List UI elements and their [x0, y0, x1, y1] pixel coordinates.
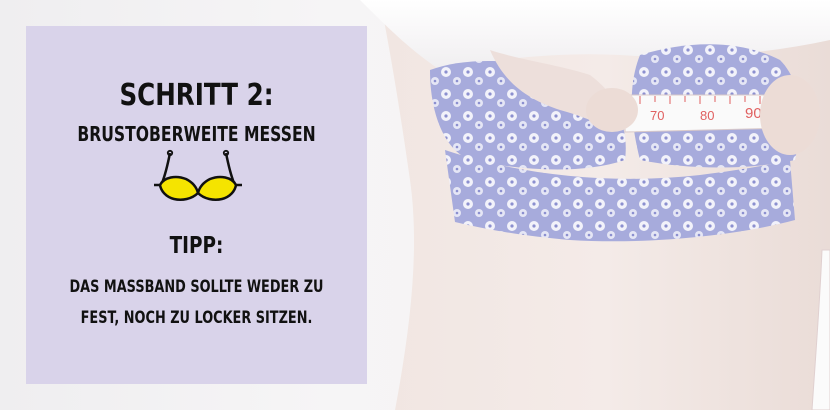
tape-mark-80: 80 — [700, 108, 714, 123]
tip-label: TIPP: — [169, 233, 224, 259]
step-subtitle: BRUSTOBERWEITE MESSEN — [77, 122, 316, 146]
step-title: SCHRITT 2: — [119, 78, 274, 113]
hand-left — [586, 88, 638, 132]
bra-icon — [154, 149, 242, 201]
tip-text: DAS MASSBAND SOLLTE WEDER ZU FEST, NOCH … — [69, 277, 324, 327]
info-panel: SCHRITT 2: BRUSTOBERWEITE MESSEN TIPP: D… — [26, 26, 367, 384]
hand-right — [760, 75, 820, 155]
tape-mark-70: 70 — [650, 108, 664, 123]
tape-mark-90: 90 — [745, 105, 762, 122]
